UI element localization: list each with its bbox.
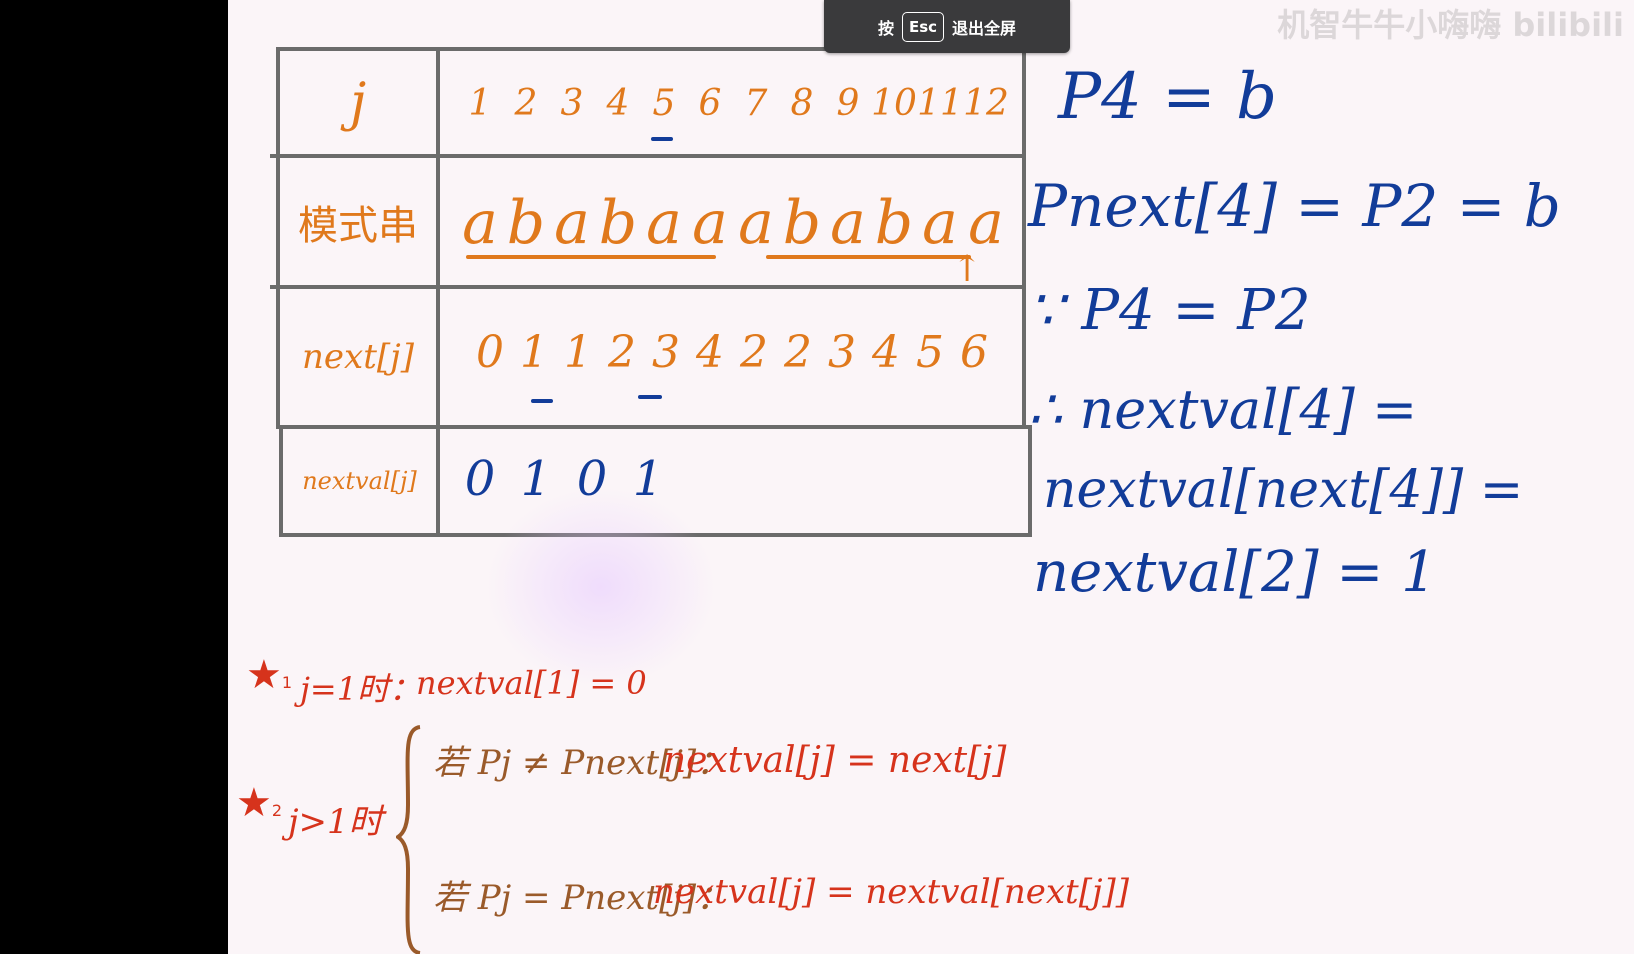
j-value-2: 2 <box>514 83 538 124</box>
rule2-label: j>1时 <box>288 802 383 842</box>
derivation-line-1: P4 = b <box>1058 60 1278 134</box>
pattern-char-10: b <box>874 188 914 258</box>
derivation-line-3: ∵ P4 = P2 <box>1028 278 1311 343</box>
case-brace <box>396 725 421 954</box>
j-value-10: 10 <box>871 83 917 124</box>
case-b-formula: nextval[j] = nextval[next[j]] <box>653 872 1130 912</box>
next-value-7: 2 <box>740 327 768 378</box>
row-header-j: j <box>349 72 367 133</box>
bilibili-watermark: 机智牛牛小嗨嗨 bilibili <box>1277 6 1624 44</box>
row-header-next: next[j] <box>302 337 414 377</box>
esc-key-icon: Esc <box>901 11 945 42</box>
next-value-2: 1 <box>520 327 548 378</box>
next2-underline <box>531 399 553 403</box>
pattern-char-3: a <box>554 188 590 258</box>
pattern-char-8: b <box>782 188 822 258</box>
video-frame[interactable]: 机智牛牛小嗨嗨 bilibili j 模式串 next[j] nextval[j… <box>228 0 1634 954</box>
next-values-row: 011234223456 <box>440 289 1022 425</box>
next4-underline <box>638 395 662 399</box>
nextval-value-4: 1 <box>632 451 664 507</box>
rule1-star-icon: ★1 <box>246 652 293 698</box>
pattern-char-5: a <box>646 188 682 258</box>
next-value-12: 6 <box>960 327 988 378</box>
next-value-4: 2 <box>608 327 636 378</box>
next-value-9: 3 <box>828 327 856 378</box>
left-black-bar <box>0 0 228 954</box>
derivation-line-6: nextval[2] = 1 <box>1033 540 1437 605</box>
j-value-7: 7 <box>744 83 768 124</box>
pattern-char-12: a <box>968 188 1004 258</box>
pattern-suffix-underline <box>766 255 971 259</box>
derivation-line-5: nextval[next[4]] = <box>1043 460 1524 520</box>
next-value-1: 0 <box>476 327 504 378</box>
j-values-row: 1 2 3 4 5 6 7 8 9 10 11 12 <box>440 51 1022 154</box>
next-value-6: 4 <box>696 327 724 378</box>
j-value-4: 4 <box>606 83 630 124</box>
exit-fullscreen-label: 退出全屏 <box>952 18 1017 38</box>
j-value-12: 12 <box>963 83 1009 124</box>
nextval-value-2: 1 <box>520 451 552 507</box>
j-value-6: 6 <box>698 83 722 124</box>
screen: 机智牛牛小嗨嗨 bilibili j 模式串 next[j] nextval[j… <box>0 0 1634 954</box>
j-value-11: 11 <box>917 83 963 124</box>
j-value-8: 8 <box>790 83 814 124</box>
press-label: 按 <box>877 18 894 38</box>
j-value-5: 5 <box>652 83 676 124</box>
case-a-formula: nextval[j] = next[j] <box>663 740 1007 781</box>
j4-underline <box>651 137 673 141</box>
nextval-value-1: 0 <box>464 451 496 507</box>
pattern-char-2: b <box>506 188 546 258</box>
pattern-prefix-underline <box>466 255 716 259</box>
rule2-star-icon: ★2 <box>236 780 283 826</box>
derivation-line-2: Pnext[4] = P2 = b <box>1028 172 1561 240</box>
row-header-nextval: nextval[j] <box>302 467 417 495</box>
pattern-char-4: b <box>598 188 638 258</box>
j-value-9: 9 <box>836 83 860 124</box>
rule1-label: j=1时： <box>300 670 422 708</box>
next-value-3: 1 <box>564 327 592 378</box>
exit-fullscreen-hint[interactable]: 按 Esc 退出全屏 <box>824 0 1070 53</box>
rule1-formula: nextval[1] = 0 <box>416 664 647 702</box>
pattern-char-1: a <box>462 188 498 258</box>
next-value-8: 2 <box>784 327 812 378</box>
pattern-char-6: a <box>692 188 728 258</box>
pattern-row: ababaaababaa <box>440 158 1022 285</box>
pointer-arrow: ↑ <box>952 249 983 290</box>
pattern-char-9: a <box>830 188 866 258</box>
nextval-border-right <box>1028 427 1032 537</box>
next-value-5: 3 <box>652 327 680 378</box>
nextval-values-row: 0101 <box>440 429 1022 533</box>
pattern-char-11: a <box>922 188 958 258</box>
table-border-right <box>1022 47 1026 427</box>
row-header-pattern: 模式串 <box>298 202 418 249</box>
derivation-line-4: ∴ nextval[4] = <box>1028 378 1418 441</box>
pattern-char-7: a <box>738 188 774 258</box>
j-value-3: 3 <box>560 83 584 124</box>
next-value-10: 4 <box>872 327 900 378</box>
next-value-11: 5 <box>916 327 944 378</box>
j-value-1: 1 <box>468 83 492 124</box>
nextval-value-3: 0 <box>576 451 608 507</box>
